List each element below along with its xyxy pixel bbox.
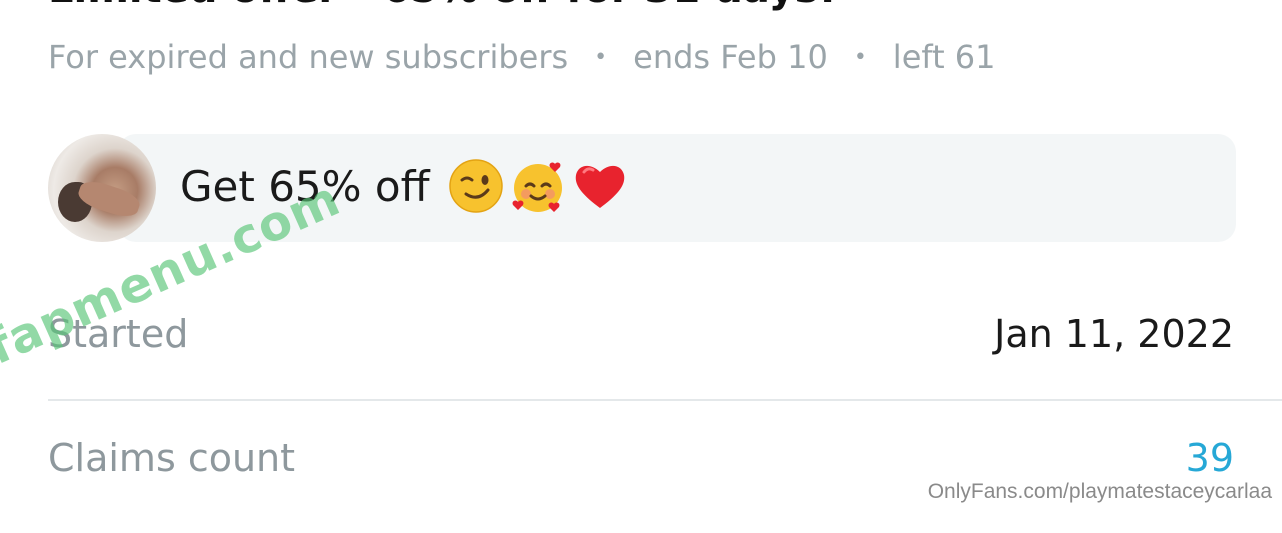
offer-audience: For expired and new subscribers (48, 38, 569, 76)
source-credit: OnlyFans.com/playmatestaceycarlaa (927, 480, 1272, 503)
separator-dot: • (853, 44, 867, 70)
winking-face-emoji-icon (448, 159, 503, 213)
started-row: Started Jan 11, 2022 (48, 312, 1234, 356)
separator-dot: • (594, 44, 608, 70)
started-value: Jan 11, 2022 (994, 312, 1234, 356)
offer-end-date: ends Feb 10 (633, 38, 828, 76)
claims-label: Claims count (48, 436, 296, 480)
claims-row: Claims count 39 (48, 436, 1234, 480)
avatar[interactable] (48, 134, 156, 242)
smiling-face-with-hearts-emoji-icon (512, 162, 562, 212)
offer-remaining: left 61 (892, 38, 996, 76)
claims-value[interactable]: 39 (1186, 436, 1234, 480)
red-heart-emoji-icon (575, 165, 624, 208)
offer-title: Limited offer - 65% off for 31 days! (48, 0, 837, 12)
offer-meta: For expired and new subscribers • ends F… (48, 38, 996, 76)
divider (48, 399, 1282, 401)
